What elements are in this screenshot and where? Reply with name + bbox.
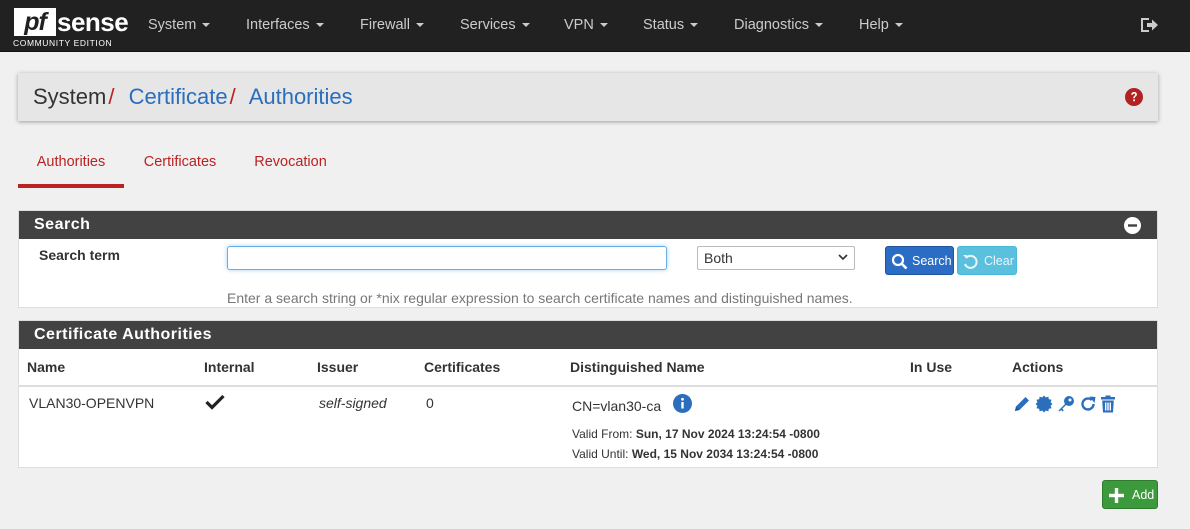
clear-button[interactable]: Clear	[957, 246, 1017, 275]
nav-system[interactable]: System	[148, 0, 211, 52]
nav-services[interactable]: Services	[460, 0, 530, 52]
nav-firewall[interactable]: Firewall	[360, 0, 424, 52]
caret-down-icon	[894, 23, 903, 28]
nav-label: System	[148, 17, 197, 33]
check-icon	[205, 394, 225, 410]
delete-trash-icon[interactable]	[1099, 395, 1117, 413]
search-button[interactable]: Search	[885, 246, 954, 275]
edit-pencil-icon[interactable]	[1013, 395, 1031, 413]
valid-from-value: Sun, 17 Nov 2024 13:24:54 -0800	[635, 427, 820, 441]
breadcrumb-authorities-link[interactable]: Authorities	[249, 84, 353, 109]
nav-label: Diagnostics	[734, 17, 809, 33]
col-distinguished-name[interactable]: Distinguished Name	[570, 349, 705, 385]
caret-down-icon	[202, 23, 211, 28]
nav-status[interactable]: Status	[643, 0, 699, 52]
ca-valid-until: Valid Until: Wed, 15 Nov 2034 13:24:54 -…	[572, 447, 818, 461]
breadcrumb-certificate-link[interactable]: Certificate	[129, 84, 228, 109]
nav-vpn[interactable]: VPN	[564, 0, 608, 52]
nav-interfaces[interactable]: Interfaces	[246, 0, 324, 52]
search-scope-select[interactable]: Both	[697, 246, 855, 270]
search-term-input[interactable]	[227, 246, 667, 270]
valid-until-label: Valid Until:	[572, 447, 629, 461]
logo-wordmark: sense	[57, 7, 129, 37]
add-ca-button[interactable]: Add	[1102, 480, 1158, 509]
tab-authorities[interactable]: Authorities	[18, 140, 124, 188]
nav-label: Help	[859, 17, 889, 33]
caret-down-icon	[814, 23, 823, 28]
ca-issuer: self-signed	[319, 395, 387, 411]
chevron-down-icon	[838, 254, 848, 261]
breadcrumb: System/ Certificate/ Authorities	[33, 73, 353, 121]
breadcrumb-separator: /	[108, 84, 115, 109]
plus-icon	[1109, 488, 1124, 503]
breadcrumb-system: System	[33, 84, 107, 109]
tab-bar: Authorities Certificates Revocation	[18, 140, 1158, 188]
nav-label: VPN	[564, 17, 594, 33]
logo-edition: COMMUNITY EDITION	[13, 38, 113, 48]
nav-label: Services	[460, 17, 516, 33]
caret-down-icon	[415, 23, 424, 28]
col-internal[interactable]: Internal	[204, 349, 255, 385]
info-circle-icon[interactable]	[673, 394, 692, 413]
valid-from-label: Valid From:	[572, 427, 633, 441]
col-name[interactable]: Name	[27, 349, 65, 385]
panel-title-text: Search	[34, 216, 91, 233]
search-icon	[891, 253, 908, 270]
top-navbar: pf sense COMMUNITY EDITION System Interf…	[0, 0, 1190, 52]
undo-icon	[963, 254, 978, 269]
caret-down-icon	[315, 23, 324, 28]
breadcrumb-separator: /	[229, 84, 236, 109]
certificate-badge-icon[interactable]	[1035, 395, 1053, 413]
ca-certificate-count: 0	[426, 395, 434, 411]
minus-circle-icon[interactable]	[1124, 217, 1141, 234]
ca-panel-title: Certificate Authorities	[19, 321, 1157, 349]
question-circle-icon[interactable]	[1125, 88, 1143, 106]
search-panel-title: Search	[19, 211, 1157, 239]
add-button-label: Add	[1132, 488, 1155, 502]
ca-valid-from: Valid From: Sun, 17 Nov 2024 13:24:54 -0…	[572, 427, 820, 441]
caret-down-icon	[690, 23, 699, 28]
valid-until-value: Wed, 15 Nov 2034 13:24:54 -0800	[631, 447, 819, 461]
tab-revocation[interactable]: Revocation	[246, 140, 335, 188]
logo-pf-mark: pf	[14, 8, 56, 36]
select-value: Both	[704, 250, 733, 266]
search-term-label: Search term	[39, 247, 120, 263]
col-actions: Actions	[1012, 359, 1064, 375]
ca-dn: CN=vlan30-ca	[572, 398, 662, 414]
export-key-icon[interactable]	[1057, 395, 1075, 413]
col-in-use[interactable]: In Use	[910, 349, 952, 385]
tab-certificates[interactable]: Certificates	[135, 140, 225, 188]
caret-down-icon	[521, 23, 530, 28]
col-issuer[interactable]: Issuer	[317, 349, 358, 385]
ca-name: VLAN30-OPENVPN	[29, 395, 155, 411]
nav-diagnostics[interactable]: Diagnostics	[734, 0, 823, 52]
nav-label: Interfaces	[246, 17, 310, 33]
nav-help[interactable]: Help	[859, 0, 903, 52]
sign-out-icon[interactable]	[1139, 15, 1159, 35]
renew-refresh-icon[interactable]	[1079, 395, 1097, 413]
nav-label: Firewall	[360, 17, 410, 33]
ca-panel: Certificate Authorities Name Internal Is…	[18, 320, 1158, 468]
nav-label: Status	[643, 17, 685, 33]
col-certificates[interactable]: Certificates	[424, 349, 500, 385]
search-panel: Search Search term Both Search Clear Ent…	[18, 210, 1158, 308]
search-help-text: Enter a search string or *nix regular ex…	[227, 290, 853, 306]
caret-down-icon	[599, 23, 608, 28]
breadcrumb-panel: System/ Certificate/ Authorities	[18, 73, 1158, 121]
table-header: Name Internal Issuer Certificates Distin…	[19, 349, 1157, 387]
search-button-label: Search	[912, 254, 952, 268]
pfsense-logo[interactable]: pf sense COMMUNITY EDITION	[13, 6, 129, 48]
clear-button-label: Clear	[984, 254, 1014, 268]
